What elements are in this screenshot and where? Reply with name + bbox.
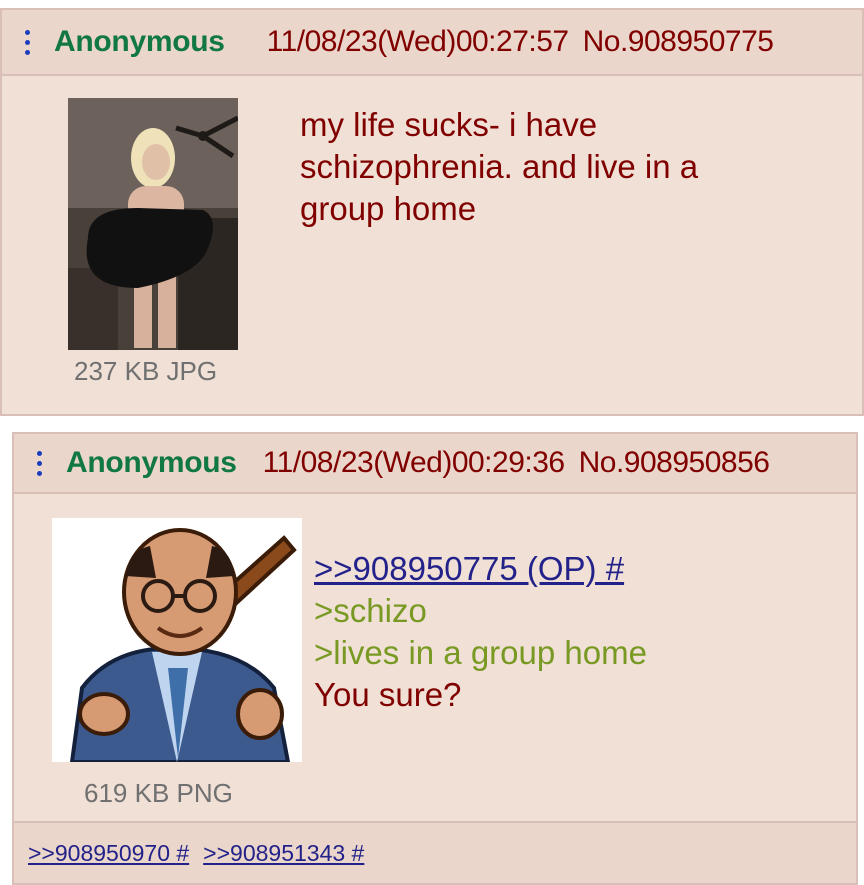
comment-line: schizophrenia. and live in a (300, 148, 699, 185)
post-number[interactable]: No.908950856 (579, 446, 770, 480)
post-datetime: 11/08/23(Wed)00:27:57 (266, 25, 569, 58)
post-comment: my life sucks- i have schizophrenia. and… (300, 104, 780, 230)
file-info[interactable]: 619 KB PNG (84, 778, 233, 809)
backlink[interactable]: >>908951343 # (203, 840, 364, 867)
post-comment: >>908950775 (OP) # >schizo >lives in a g… (314, 548, 834, 716)
post-datetime: 11/08/23(Wed)00:29:36 (262, 446, 565, 479)
file-info[interactable]: 237 KB JPG (74, 356, 217, 387)
comment-line: group home (300, 190, 477, 227)
comment-line: my life sucks- i have (300, 106, 598, 143)
poster-name: Anonymous (54, 25, 225, 58)
post-op: Anonymous 11/08/23(Wed)00:27:57 No.90895… (0, 8, 864, 416)
comment-line: You sure? (314, 676, 462, 713)
post-number[interactable]: No.908950775 (583, 25, 774, 59)
post-image-thumbnail[interactable] (52, 518, 302, 762)
more-options-icon[interactable] (34, 450, 44, 476)
post-header: Anonymous 11/08/23(Wed)00:29:36 No.90895… (14, 434, 856, 494)
backlinks-bar: >>908950970 # >>908951343 # (14, 821, 856, 883)
quote-link[interactable]: >>908950775 (OP) # (314, 548, 834, 590)
post-image-thumbnail[interactable] (68, 98, 238, 350)
greentext-line: >schizo (314, 592, 427, 629)
greentext-line: >lives in a group home (314, 634, 647, 671)
more-options-icon[interactable] (22, 29, 32, 55)
post-reply: Anonymous 11/08/23(Wed)00:29:36 No.90895… (12, 432, 858, 885)
poster-name: Anonymous (66, 446, 237, 479)
post-header: Anonymous 11/08/23(Wed)00:27:57 No.90895… (2, 10, 862, 76)
backlink[interactable]: >>908950970 # (28, 840, 189, 867)
